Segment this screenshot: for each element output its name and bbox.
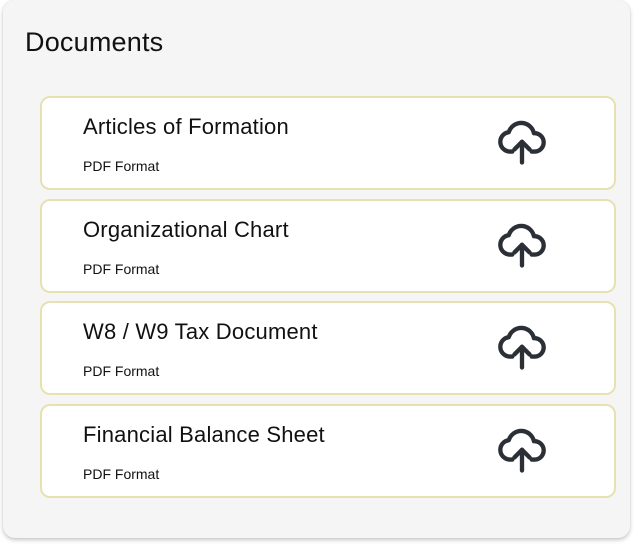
document-name: Financial Balance Sheet [83,421,325,447]
upload-button[interactable] [496,323,548,375]
document-card-organizational-chart[interactable]: Organizational Chart PDF Format [40,198,616,293]
document-format: PDF Format [83,158,160,174]
document-name: Articles of Formation [83,114,289,139]
document-format: PDF Format [83,260,160,277]
documents-panel: Documents Articles of Formation PDF Form… [3,0,630,538]
document-name: Organizational Chart [83,216,289,242]
document-format: PDF Format [83,465,160,482]
document-card-articles-of-formation[interactable]: Articles of Formation PDF Format [40,96,616,190]
document-card-w8-w9-tax-document[interactable]: W8 / W9 Tax Document PDF Format [40,301,616,395]
document-format: PDF Format [83,363,160,379]
cloud-upload-icon [498,120,546,165]
cloud-upload-icon [498,223,546,268]
document-name: W8 / W9 Tax Document [83,319,318,344]
cloud-upload-icon [498,325,546,370]
cloud-upload-icon [498,428,546,473]
upload-button[interactable] [496,118,548,170]
upload-button[interactable] [496,426,548,478]
document-card-financial-balance-sheet[interactable]: Financial Balance Sheet PDF Format [40,403,616,498]
upload-button[interactable] [496,221,548,273]
document-list: Articles of Formation PDF Format Organiz… [40,96,616,506]
panel-title: Documents [25,27,164,57]
